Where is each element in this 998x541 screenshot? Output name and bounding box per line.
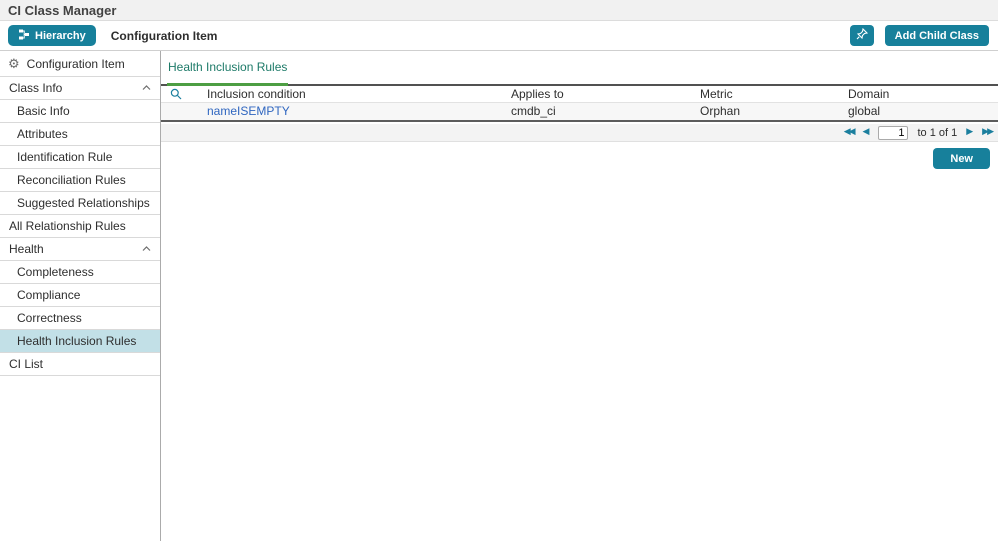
inclusion-condition-link[interactable]: nameISEMPTY	[207, 104, 290, 118]
page-number-input[interactable]	[878, 125, 909, 140]
pagination-bar: ◀◀ ◀ to 1 of 1 ▶ ▶▶	[161, 124, 998, 142]
sidebar-item-label: Basic Info	[17, 104, 70, 118]
app-header: CI Class Manager	[0, 0, 998, 21]
search-icon	[170, 88, 207, 100]
add-child-class-label: Add Child Class	[894, 29, 979, 42]
last-page-button[interactable]: ▶▶	[982, 128, 994, 137]
tab-bar: Health Inclusion Rules	[161, 51, 998, 86]
chevron-up-icon	[142, 85, 151, 91]
sidebar-item-label: Correctness	[17, 311, 82, 325]
sidebar-item-correctness[interactable]: Correctness	[0, 307, 160, 330]
tab-health-inclusion-rules[interactable]: Health Inclusion Rules	[167, 60, 289, 86]
sidebar-item-label: Identification Rule	[17, 150, 113, 164]
sidebar-item-reconciliation-rules[interactable]: Reconciliation Rules	[0, 169, 160, 192]
sidebar-item-label: Health Inclusion Rules	[17, 334, 137, 348]
row-spacer-cell	[161, 102, 207, 122]
column-header-metric[interactable]: Metric	[700, 86, 848, 103]
hierarchy-icon	[18, 29, 30, 43]
table-header-row: Inclusion condition Applies to Metric Do…	[161, 86, 998, 103]
next-page-button[interactable]: ▶	[966, 128, 973, 137]
cell-inclusion-condition: nameISEMPTY	[207, 102, 511, 122]
sidebar-item-health-inclusion-rules[interactable]: Health Inclusion Rules	[0, 330, 160, 353]
sidebar-item-class-info[interactable]: Class Info	[0, 77, 160, 100]
sidebar-item-basic-info[interactable]: Basic Info	[0, 100, 160, 123]
cell-domain: global	[848, 102, 998, 122]
first-page-button[interactable]: ◀◀	[844, 128, 856, 137]
sidebar-item-label: Completeness	[17, 265, 94, 279]
sidebar-root-label: Configuration Item	[26, 56, 125, 71]
sidebar-item-label: Health	[9, 242, 44, 256]
toolbar: Hierarchy Configuration Item Add Child C…	[0, 21, 998, 51]
sidebar-item-suggested-relationships[interactable]: Suggested Relationships	[0, 192, 160, 215]
pin-icon	[856, 27, 868, 43]
sidebar-item-identification-rule[interactable]: Identification Rule	[0, 146, 160, 169]
breadcrumb: Configuration Item	[110, 28, 218, 43]
sidebar-item-label: Attributes	[17, 127, 68, 141]
cell-applies-to: cmdb_ci	[511, 102, 700, 122]
sidebar-item-label: All Relationship Rules	[9, 219, 126, 233]
sidebar-item-label: Reconciliation Rules	[17, 173, 126, 187]
health-inclusion-rules-table: Inclusion condition Applies to Metric Do…	[161, 86, 998, 122]
sidebar-item-label: Compliance	[17, 288, 81, 302]
previous-page-button[interactable]: ◀	[863, 128, 870, 137]
sidebar-item-label: Suggested Relationships	[17, 196, 150, 210]
hierarchy-button-label: Hierarchy	[35, 29, 86, 42]
cell-metric: Orphan	[700, 102, 848, 122]
ci-class-manager-app: CI Class Manager Hierarchy Configuration…	[0, 0, 998, 541]
sidebar-item-compliance[interactable]: Compliance	[0, 284, 160, 307]
sidebar-item-attributes[interactable]: Attributes	[0, 123, 160, 146]
chevron-up-icon	[142, 246, 151, 252]
pagination-range-text: to 1 of 1	[917, 126, 958, 139]
gear-icon: ⚙	[8, 56, 20, 71]
add-child-class-button[interactable]: Add Child Class	[884, 25, 989, 46]
table-row: nameISEMPTY cmdb_ci Orphan global	[161, 102, 998, 122]
sidebar-item-label: CI List	[9, 357, 44, 371]
list-search-button[interactable]	[161, 86, 207, 103]
column-header-applies-to[interactable]: Applies to	[511, 86, 700, 103]
sidebar-item-health[interactable]: Health	[0, 238, 160, 261]
hierarchy-button[interactable]: Hierarchy	[8, 25, 96, 46]
sidebar-item-ci-list[interactable]: CI List	[0, 353, 160, 376]
content-layout: ⚙ Configuration Item Class Info Basic In…	[0, 51, 998, 541]
new-button-row: New	[161, 142, 998, 169]
column-header-domain[interactable]: Domain	[848, 86, 998, 103]
sidebar: ⚙ Configuration Item Class Info Basic In…	[0, 51, 161, 541]
sidebar-item-label: Class Info	[9, 81, 63, 95]
sidebar-root-configuration-item[interactable]: ⚙ Configuration Item	[0, 51, 160, 77]
main-content: Health Inclusion Rules Inclusion conditi…	[161, 51, 998, 541]
column-header-inclusion-condition[interactable]: Inclusion condition	[207, 86, 511, 103]
page-title: CI Class Manager	[8, 2, 117, 18]
sidebar-item-all-relationship-rules[interactable]: All Relationship Rules	[0, 215, 160, 238]
sidebar-item-completeness[interactable]: Completeness	[0, 261, 160, 284]
pin-button[interactable]	[849, 25, 874, 46]
new-button[interactable]: New	[933, 148, 990, 169]
